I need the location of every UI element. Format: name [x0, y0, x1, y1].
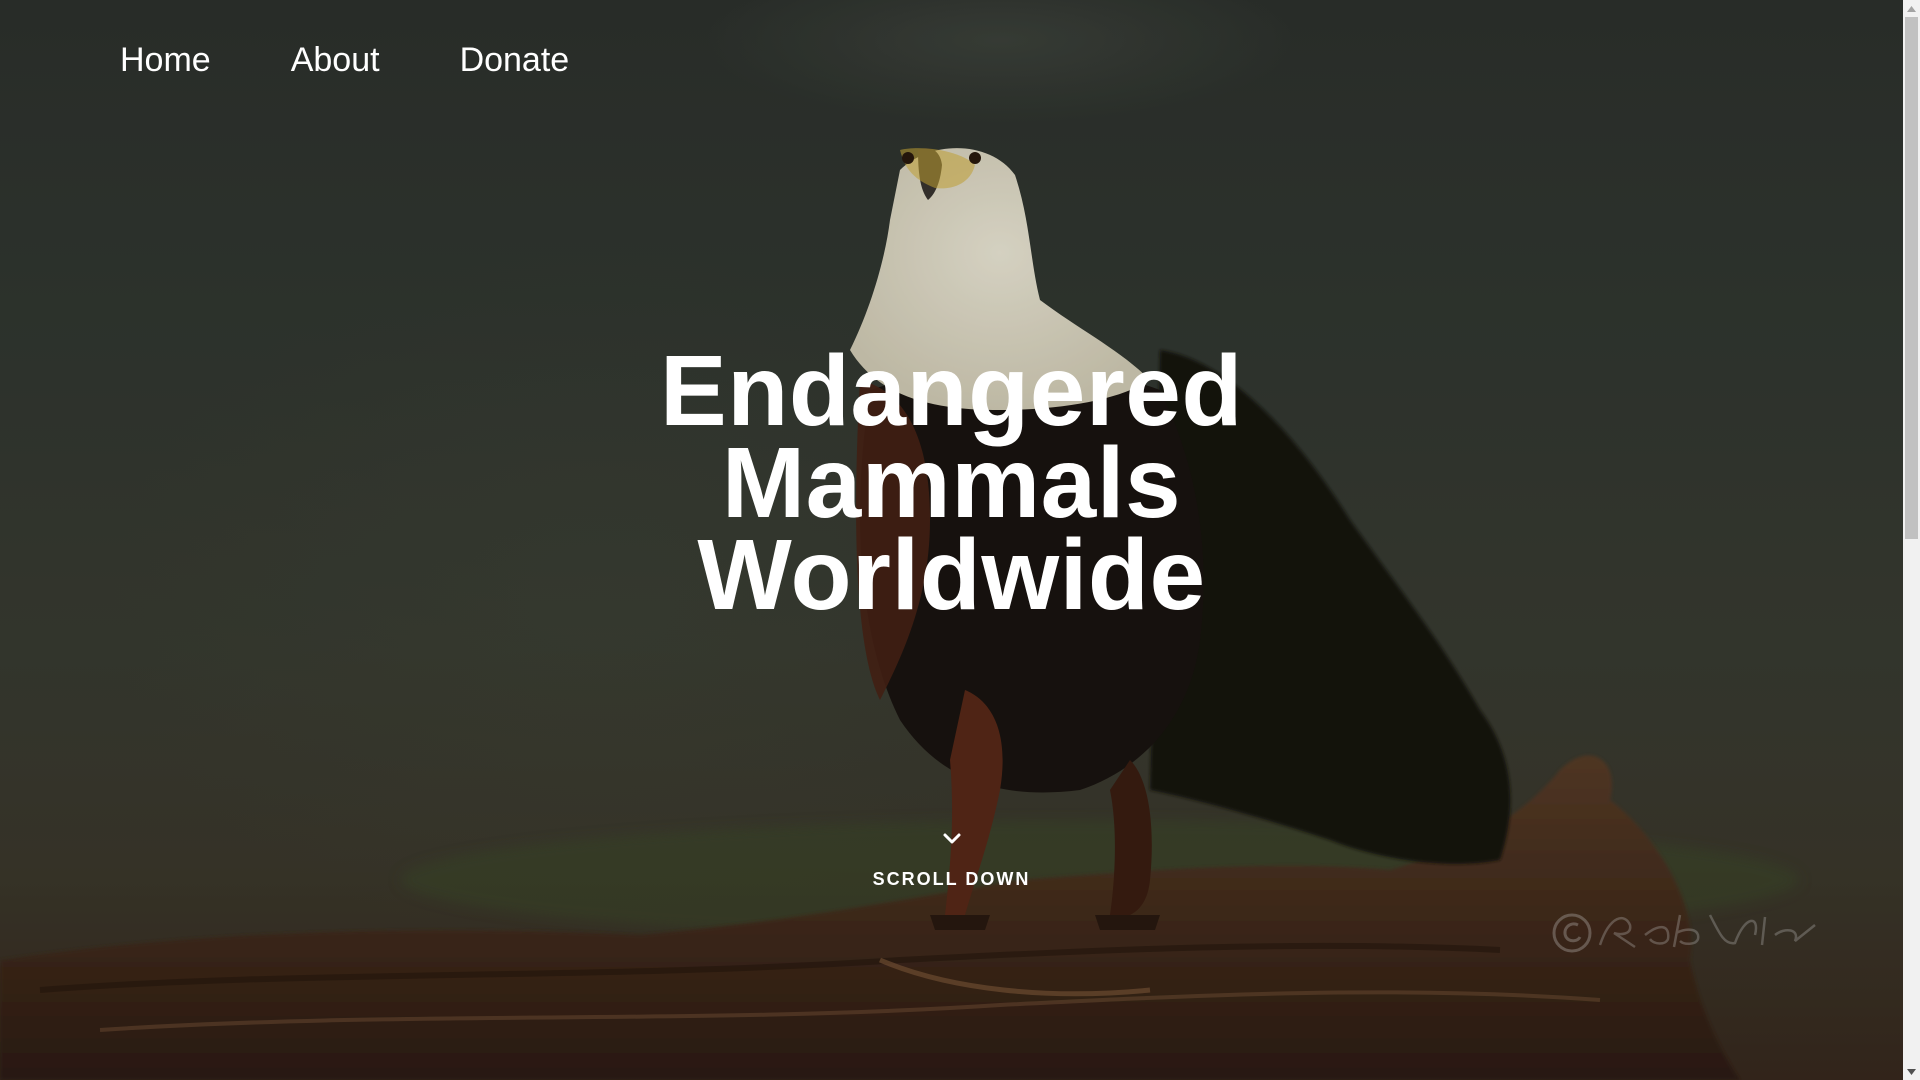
scroll-up-arrow-icon[interactable]: [1903, 0, 1920, 17]
nav-link-about[interactable]: About: [291, 36, 380, 84]
hero-title-line: Endangered: [660, 335, 1243, 447]
photo-watermark: [1550, 905, 1830, 963]
watermark-signature: [1552, 913, 1816, 953]
hero-section: Home About Donate Endangered Mammals Wor…: [0, 0, 1903, 1080]
vertical-scrollbar[interactable]: [1903, 0, 1920, 1080]
scroll-down-arrow-icon[interactable]: [1903, 1063, 1920, 1080]
hero-title-line: Mammals: [721, 427, 1182, 539]
hero-title: Endangered Mammals Worldwide: [0, 335, 1903, 631]
hero-title-line: Worldwide: [697, 519, 1206, 631]
chevron-down-icon: [943, 833, 960, 844]
scroll-down-button[interactable]: SCROLL DOWN: [0, 832, 1903, 890]
scroll-down-label: SCROLL DOWN: [872, 869, 1031, 889]
scrollbar-thumb[interactable]: [1905, 17, 1918, 539]
nav-link-home[interactable]: Home: [120, 36, 211, 84]
nav-link-donate[interactable]: Donate: [460, 36, 570, 84]
main-navigation: Home About Donate: [120, 36, 649, 84]
